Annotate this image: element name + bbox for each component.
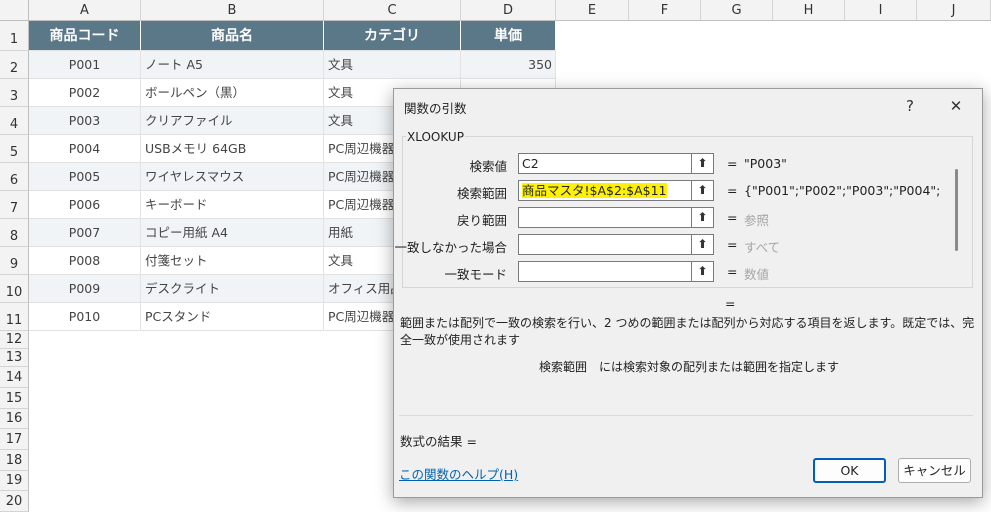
- row-header-14[interactable]: 14: [0, 367, 29, 388]
- arg-label: 戻り範囲: [456, 213, 507, 228]
- table-cell[interactable]: P006: [29, 191, 141, 219]
- arg-label: 一致モード: [444, 267, 507, 282]
- row-header-16[interactable]: 16: [0, 409, 29, 429]
- row-header-8[interactable]: 8: [0, 219, 29, 247]
- row-header-3[interactable]: 3: [0, 79, 29, 107]
- row-header-13[interactable]: 13: [0, 349, 29, 367]
- column-header-h[interactable]: H: [773, 0, 845, 21]
- table-cell[interactable]: ワイヤレスマウス: [141, 163, 324, 191]
- arg-input[interactable]: C2: [518, 153, 692, 174]
- arg-result: "P003": [744, 156, 787, 171]
- row-header-5[interactable]: 5: [0, 135, 29, 163]
- range-select-icon[interactable]: ⬆: [692, 261, 714, 282]
- range-select-icon[interactable]: ⬆: [692, 207, 714, 228]
- table-header-cell[interactable]: 商品コード: [29, 21, 141, 51]
- table-cell[interactable]: 文具: [324, 51, 461, 79]
- function-name: XLOOKUP: [406, 130, 465, 144]
- row-header-19[interactable]: 19: [0, 471, 29, 491]
- table-cell[interactable]: P002: [29, 79, 141, 107]
- row-header-6[interactable]: 6: [0, 163, 29, 191]
- row-header-4[interactable]: 4: [0, 107, 29, 135]
- row-header-20[interactable]: 20: [0, 491, 29, 512]
- arguments-scrollbar[interactable]: [955, 169, 958, 251]
- arg-input[interactable]: [518, 261, 692, 282]
- table-cell[interactable]: コピー用紙 A4: [141, 219, 324, 247]
- arg-input[interactable]: [518, 234, 692, 255]
- table-cell[interactable]: P008: [29, 247, 141, 275]
- table-cell[interactable]: P001: [29, 51, 141, 79]
- arg-equals: =: [727, 156, 738, 171]
- row-header-2[interactable]: 2: [0, 51, 29, 79]
- row-header-1[interactable]: 1: [0, 21, 29, 51]
- table-cell[interactable]: P009: [29, 275, 141, 303]
- close-icon[interactable]: ✕: [938, 93, 974, 119]
- arg-label: 検索範囲: [456, 186, 507, 201]
- column-header-j[interactable]: J: [917, 0, 991, 21]
- column-header-i[interactable]: I: [845, 0, 917, 21]
- table-cell[interactable]: 付箋セット: [141, 247, 324, 275]
- row-header-7[interactable]: 7: [0, 191, 29, 219]
- table-cell[interactable]: P003: [29, 107, 141, 135]
- arg-equals: =: [727, 210, 738, 225]
- dialog-title: 関数の引数: [404, 101, 467, 116]
- function-help-link[interactable]: この関数のヘルプ(H): [399, 464, 518, 483]
- table-cell[interactable]: キーボード: [141, 191, 324, 219]
- argument-description: 検索範囲 には検索対象の配列または範囲を指定します: [538, 360, 839, 374]
- arg-result: 数値: [744, 267, 770, 282]
- arg-input-value: C2: [522, 156, 539, 171]
- column-header-c[interactable]: C: [324, 0, 461, 21]
- arg-input[interactable]: [518, 207, 692, 228]
- arg-equals: =: [727, 183, 738, 198]
- table-cell[interactable]: PCスタンド: [141, 303, 324, 331]
- arg-label: 検索値: [469, 159, 507, 174]
- column-header-a[interactable]: A: [29, 0, 141, 21]
- column-header-f[interactable]: F: [629, 0, 701, 21]
- select-all-corner[interactable]: [0, 0, 29, 21]
- column-header-g[interactable]: G: [701, 0, 773, 21]
- arg-result: {"P001";"P002";"P003";"P004";"P0: [744, 183, 940, 198]
- table-cell[interactable]: ボールペン（黒）: [141, 79, 324, 107]
- formula-result: 数式の結果 =: [400, 434, 477, 449]
- table-cell[interactable]: P004: [29, 135, 141, 163]
- arg-result: すべて: [744, 240, 781, 255]
- formula-equals: =: [725, 296, 736, 311]
- row-header-11[interactable]: 11: [0, 303, 29, 331]
- range-select-icon[interactable]: ⬆: [692, 234, 714, 255]
- row-header-12[interactable]: 12: [0, 331, 29, 349]
- table-header-cell[interactable]: 商品名: [141, 21, 324, 51]
- row-header-9[interactable]: 9: [0, 247, 29, 275]
- dialog-titlebar: 関数の引数 ? ✕: [394, 89, 982, 123]
- row-header-15[interactable]: 15: [0, 388, 29, 409]
- range-select-icon[interactable]: ⬆: [692, 153, 714, 174]
- table-cell[interactable]: P007: [29, 219, 141, 247]
- column-header-e[interactable]: E: [556, 0, 629, 21]
- table-cell[interactable]: P010: [29, 303, 141, 331]
- range-select-icon[interactable]: ⬆: [692, 180, 714, 201]
- divider: [399, 415, 973, 416]
- function-description: 範囲または配列で一致の検索を行い、2 つめの範囲または配列から対応する項目を返し…: [400, 316, 975, 347]
- arg-input-value: 商品マスタ!$A$2:$A$11: [522, 183, 667, 198]
- column-header-b[interactable]: B: [141, 0, 324, 21]
- arg-result: 参照: [744, 213, 770, 228]
- table-cell[interactable]: デスクライト: [141, 275, 324, 303]
- arg-equals: =: [727, 237, 738, 252]
- function-arguments-dialog: 関数の引数 ? ✕ XLOOKUP 検索値 C2 ⬆ = "P003" 検索範囲 商品マスタ…: [393, 88, 983, 498]
- table-header-cell[interactable]: カテゴリ: [324, 21, 461, 51]
- arg-label: 一致しなかった場合: [394, 240, 507, 255]
- row-header-18[interactable]: 18: [0, 450, 29, 471]
- row-header-10[interactable]: 10: [0, 275, 29, 303]
- help-icon[interactable]: ?: [892, 93, 928, 119]
- table-header-cell[interactable]: 単価: [461, 21, 556, 51]
- arg-input[interactable]: 商品マスタ!$A$2:$A$11: [518, 180, 692, 201]
- table-cell[interactable]: 350: [461, 51, 556, 79]
- table-cell[interactable]: ノート A5: [141, 51, 324, 79]
- column-header-d[interactable]: D: [461, 0, 556, 21]
- cancel-button[interactable]: キャンセル: [898, 458, 971, 483]
- arg-equals: =: [727, 264, 738, 279]
- row-header-17[interactable]: 17: [0, 429, 29, 450]
- table-cell[interactable]: クリアファイル: [141, 107, 324, 135]
- table-cell[interactable]: USBメモリ 64GB: [141, 135, 324, 163]
- table-cell[interactable]: P005: [29, 163, 141, 191]
- ok-button[interactable]: OK: [813, 458, 886, 483]
